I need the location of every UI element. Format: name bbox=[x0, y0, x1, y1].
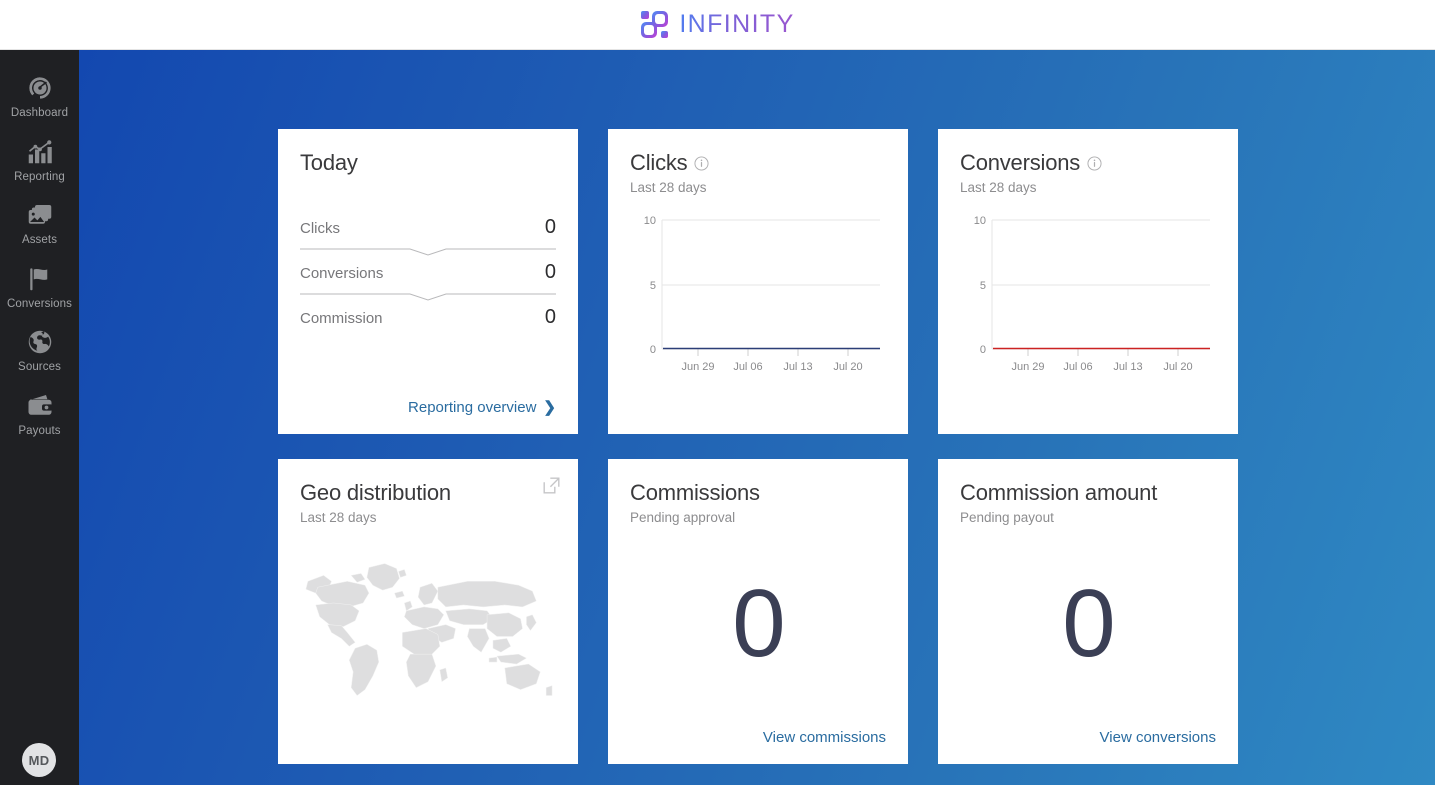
card-header: Commissions bbox=[630, 480, 886, 506]
x-tick-label: Jul 20 bbox=[1163, 361, 1192, 373]
link-label: View conversions bbox=[1099, 729, 1216, 746]
metric-label: Clicks bbox=[300, 219, 340, 237]
sidebar-item-label: Dashboard bbox=[10, 107, 69, 119]
sidebar-item-label: Payouts bbox=[18, 424, 61, 437]
conversions-line-chart: 10 5 0 Jun 29 Jul 06 Jul 13 Jul 20 bbox=[960, 208, 1216, 416]
page-title: Today bbox=[300, 150, 556, 176]
card-subtitle: Pending approval bbox=[630, 509, 736, 525]
y-tick-label: 5 bbox=[980, 280, 986, 292]
card-header: Geo distribution bbox=[300, 480, 556, 506]
y-tick-label: 10 bbox=[644, 215, 656, 227]
x-tick-label: Jul 13 bbox=[783, 361, 812, 373]
commissions-card: Commissions Pending approval 0 View comm… bbox=[608, 459, 908, 764]
notched-divider bbox=[300, 290, 556, 302]
bar-chart-icon bbox=[25, 137, 55, 167]
link-label: View commissions bbox=[762, 729, 886, 746]
card-title-text: Geo distribution bbox=[300, 480, 451, 505]
brand-logo[interactable]: INFINITY bbox=[640, 10, 794, 40]
reporting-overview-link[interactable]: Reporting overview ❯ bbox=[300, 399, 556, 416]
link-label: Reporting overview bbox=[408, 399, 537, 416]
info-circle-icon[interactable] bbox=[1087, 156, 1102, 171]
info-circle-icon[interactable] bbox=[694, 156, 709, 171]
card-subtitle: Last 28 days bbox=[630, 179, 707, 195]
gauge-icon bbox=[25, 73, 55, 103]
metric-value: 0 bbox=[544, 305, 556, 328]
card-header: Commission amount bbox=[960, 480, 1216, 506]
card-subtitle: Pending payout bbox=[960, 509, 1054, 525]
card-title-text: Today bbox=[300, 150, 358, 175]
sidebar-item-label: Reporting bbox=[14, 170, 65, 183]
dashboard-card-grid: Today Clicks 0 Conversions 0 Commission … bbox=[278, 129, 1238, 764]
list-item: Conversions 0 bbox=[300, 257, 556, 290]
x-tick-label: Jul 06 bbox=[1063, 361, 1092, 373]
y-tick-label: 0 bbox=[650, 344, 656, 356]
top-bar: INFINITY bbox=[0, 0, 1435, 50]
y-tick-label: 0 bbox=[980, 344, 986, 356]
x-tick-label: Jun 29 bbox=[681, 361, 714, 373]
card-subtitle: Last 28 days bbox=[300, 509, 377, 525]
today-metrics-list: Clicks 0 Conversions 0 Commission 0 bbox=[300, 212, 556, 335]
card-title-text: Commission amount bbox=[960, 480, 1158, 505]
card-title-text: Clicks bbox=[630, 150, 688, 175]
x-tick-label: Jul 20 bbox=[833, 361, 862, 373]
clicks-line-chart: 10 5 0 Jun 29 Jul 06 Jul 13 Jul 20 bbox=[630, 208, 886, 416]
y-tick-label: 10 bbox=[974, 215, 986, 227]
avatar[interactable]: MD bbox=[22, 743, 56, 777]
clicks-card: Clicks Last 28 days 10 5 0 Jun 29 Jul 06… bbox=[608, 129, 908, 434]
sidebar-item-label: Conversions bbox=[6, 297, 73, 310]
sidebar-item-reporting[interactable]: Reporting bbox=[0, 128, 79, 192]
sidebar-item-sources[interactable]: Sources bbox=[0, 318, 79, 382]
commission-amount-card: Commission amount Pending payout 0 View … bbox=[938, 459, 1238, 764]
metric-value: 0 bbox=[544, 215, 556, 238]
external-link-icon[interactable] bbox=[543, 477, 560, 494]
view-conversions-link[interactable]: View conversions bbox=[960, 729, 1216, 746]
list-item: Clicks 0 bbox=[300, 212, 556, 245]
commission-amount-value: 0 bbox=[1062, 570, 1115, 678]
flag-icon bbox=[25, 264, 55, 294]
sidebar-item-payouts[interactable]: Payouts bbox=[0, 382, 79, 446]
sidebar-item-label: Sources bbox=[18, 361, 61, 373]
images-icon bbox=[25, 200, 55, 230]
list-item: Commission 0 bbox=[300, 302, 556, 335]
sidebar-item-dashboard[interactable]: Dashboard bbox=[0, 64, 79, 128]
card-title-text: Conversions bbox=[960, 150, 1081, 175]
brand-name: INFINITY bbox=[679, 10, 795, 38]
chevron-right-icon: ❯ bbox=[543, 399, 556, 416]
notched-divider bbox=[300, 245, 556, 257]
metric-value: 0 bbox=[544, 260, 556, 283]
sidebar-item-assets[interactable]: Assets bbox=[0, 191, 79, 255]
view-commissions-link[interactable]: View commissions bbox=[630, 729, 886, 746]
globe-icon bbox=[25, 327, 55, 357]
world-map bbox=[305, 563, 553, 696]
metric-label: Conversions bbox=[300, 264, 384, 282]
x-tick-label: Jul 06 bbox=[733, 361, 762, 373]
sidebar-item-conversions[interactable]: Conversions bbox=[0, 255, 79, 319]
metric-label: Commission bbox=[300, 309, 383, 327]
card-subtitle: Last 28 days bbox=[960, 179, 1037, 195]
y-tick-label: 5 bbox=[650, 280, 656, 292]
wallet-icon bbox=[25, 391, 55, 421]
x-tick-label: Jul 13 bbox=[1113, 361, 1142, 373]
today-card: Today Clicks 0 Conversions 0 Commission … bbox=[278, 129, 578, 434]
card-header: Clicks bbox=[630, 150, 886, 176]
card-title-text: Commissions bbox=[630, 480, 760, 505]
infinity-grid-logo-icon bbox=[640, 10, 670, 40]
geo-distribution-card: Geo distribution Last 28 days bbox=[278, 459, 578, 764]
sidebar: Dashboard Reporting Assets Conversions S… bbox=[0, 50, 79, 785]
main-content: Today Clicks 0 Conversions 0 Commission … bbox=[79, 50, 1435, 785]
x-tick-label: Jun 29 bbox=[1011, 361, 1044, 373]
card-header: Conversions bbox=[960, 150, 1216, 176]
commissions-value: 0 bbox=[732, 570, 785, 678]
conversions-card: Conversions Last 28 days 10 5 0 Jun 29 J… bbox=[938, 129, 1238, 434]
sidebar-item-label: Assets bbox=[21, 234, 58, 246]
